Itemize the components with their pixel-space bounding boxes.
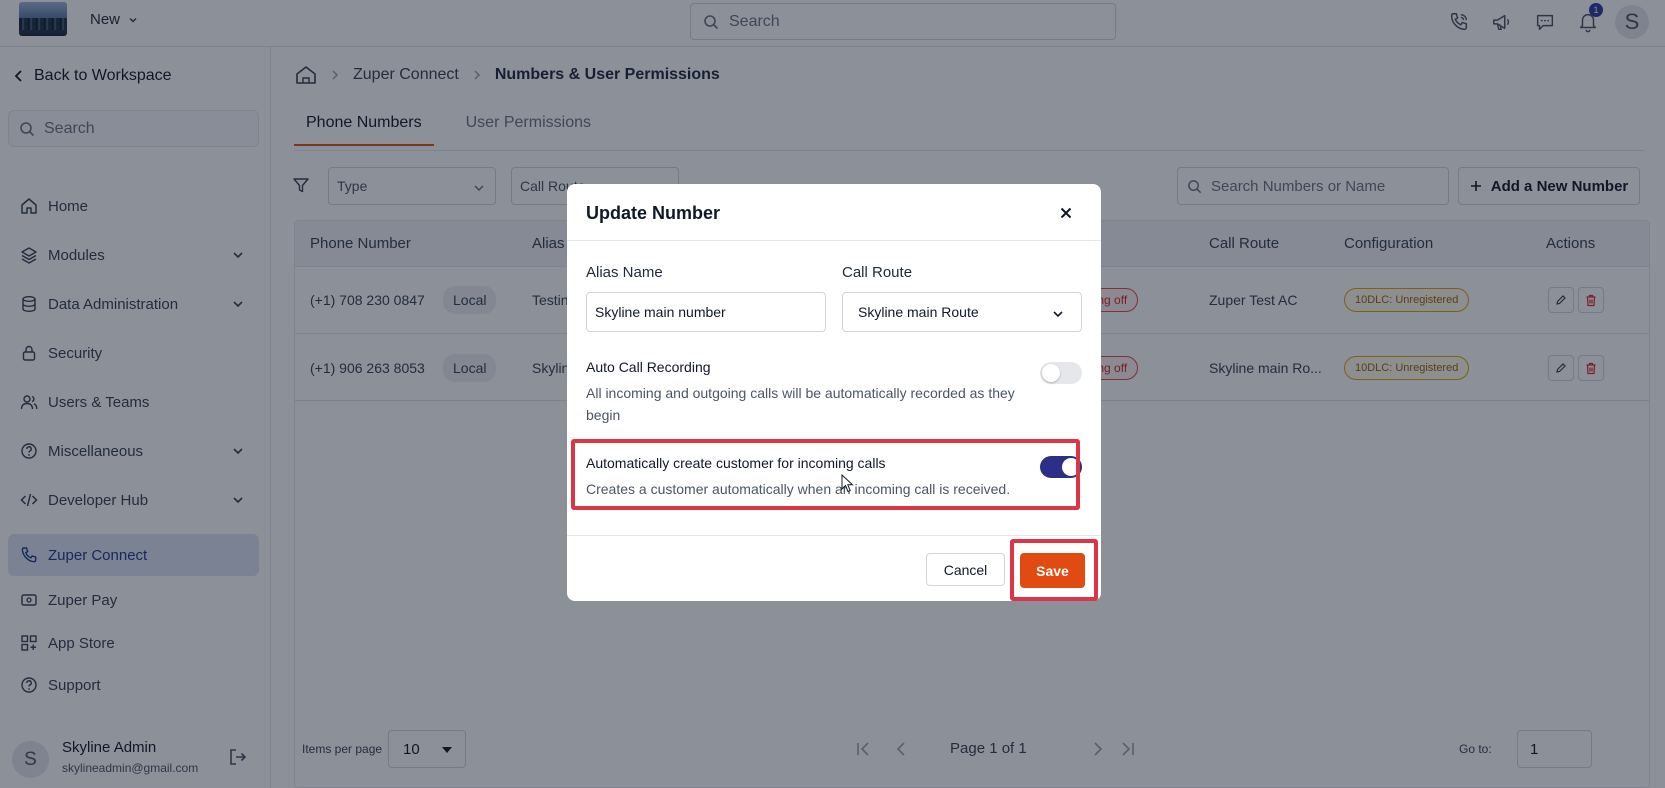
close-icon	[1060, 207, 1072, 219]
mouse-cursor-icon	[841, 474, 855, 494]
auto-call-recording-toggle[interactable]	[1040, 362, 1082, 384]
highlight-box	[571, 439, 1080, 510]
modal-footer-divider	[567, 535, 1101, 536]
auto-call-recording-desc: All incoming and outgoing calls will be …	[586, 385, 1015, 423]
chevron-down-icon	[1053, 311, 1063, 318]
modal-title: Update Number	[586, 203, 721, 223]
auto-call-recording-title: Auto Call Recording	[586, 359, 711, 375]
alias-name-input[interactable]: Skyline main number	[586, 292, 826, 332]
save-button[interactable]: Save	[1020, 553, 1085, 588]
modal-header-divider	[567, 240, 1101, 241]
call-route-select[interactable]: Skyline main Route	[842, 292, 1082, 332]
call-route-value: Skyline main Route	[858, 304, 979, 320]
update-number-modal: Update Number Alias Name Call Route Skyl…	[567, 184, 1101, 601]
cancel-button[interactable]: Cancel	[926, 553, 1005, 586]
call-route-label: Call Route	[842, 264, 913, 281]
alias-name-label: Alias Name	[586, 264, 663, 281]
close-modal-button[interactable]	[1054, 201, 1078, 225]
toggle-knob	[1042, 364, 1060, 382]
